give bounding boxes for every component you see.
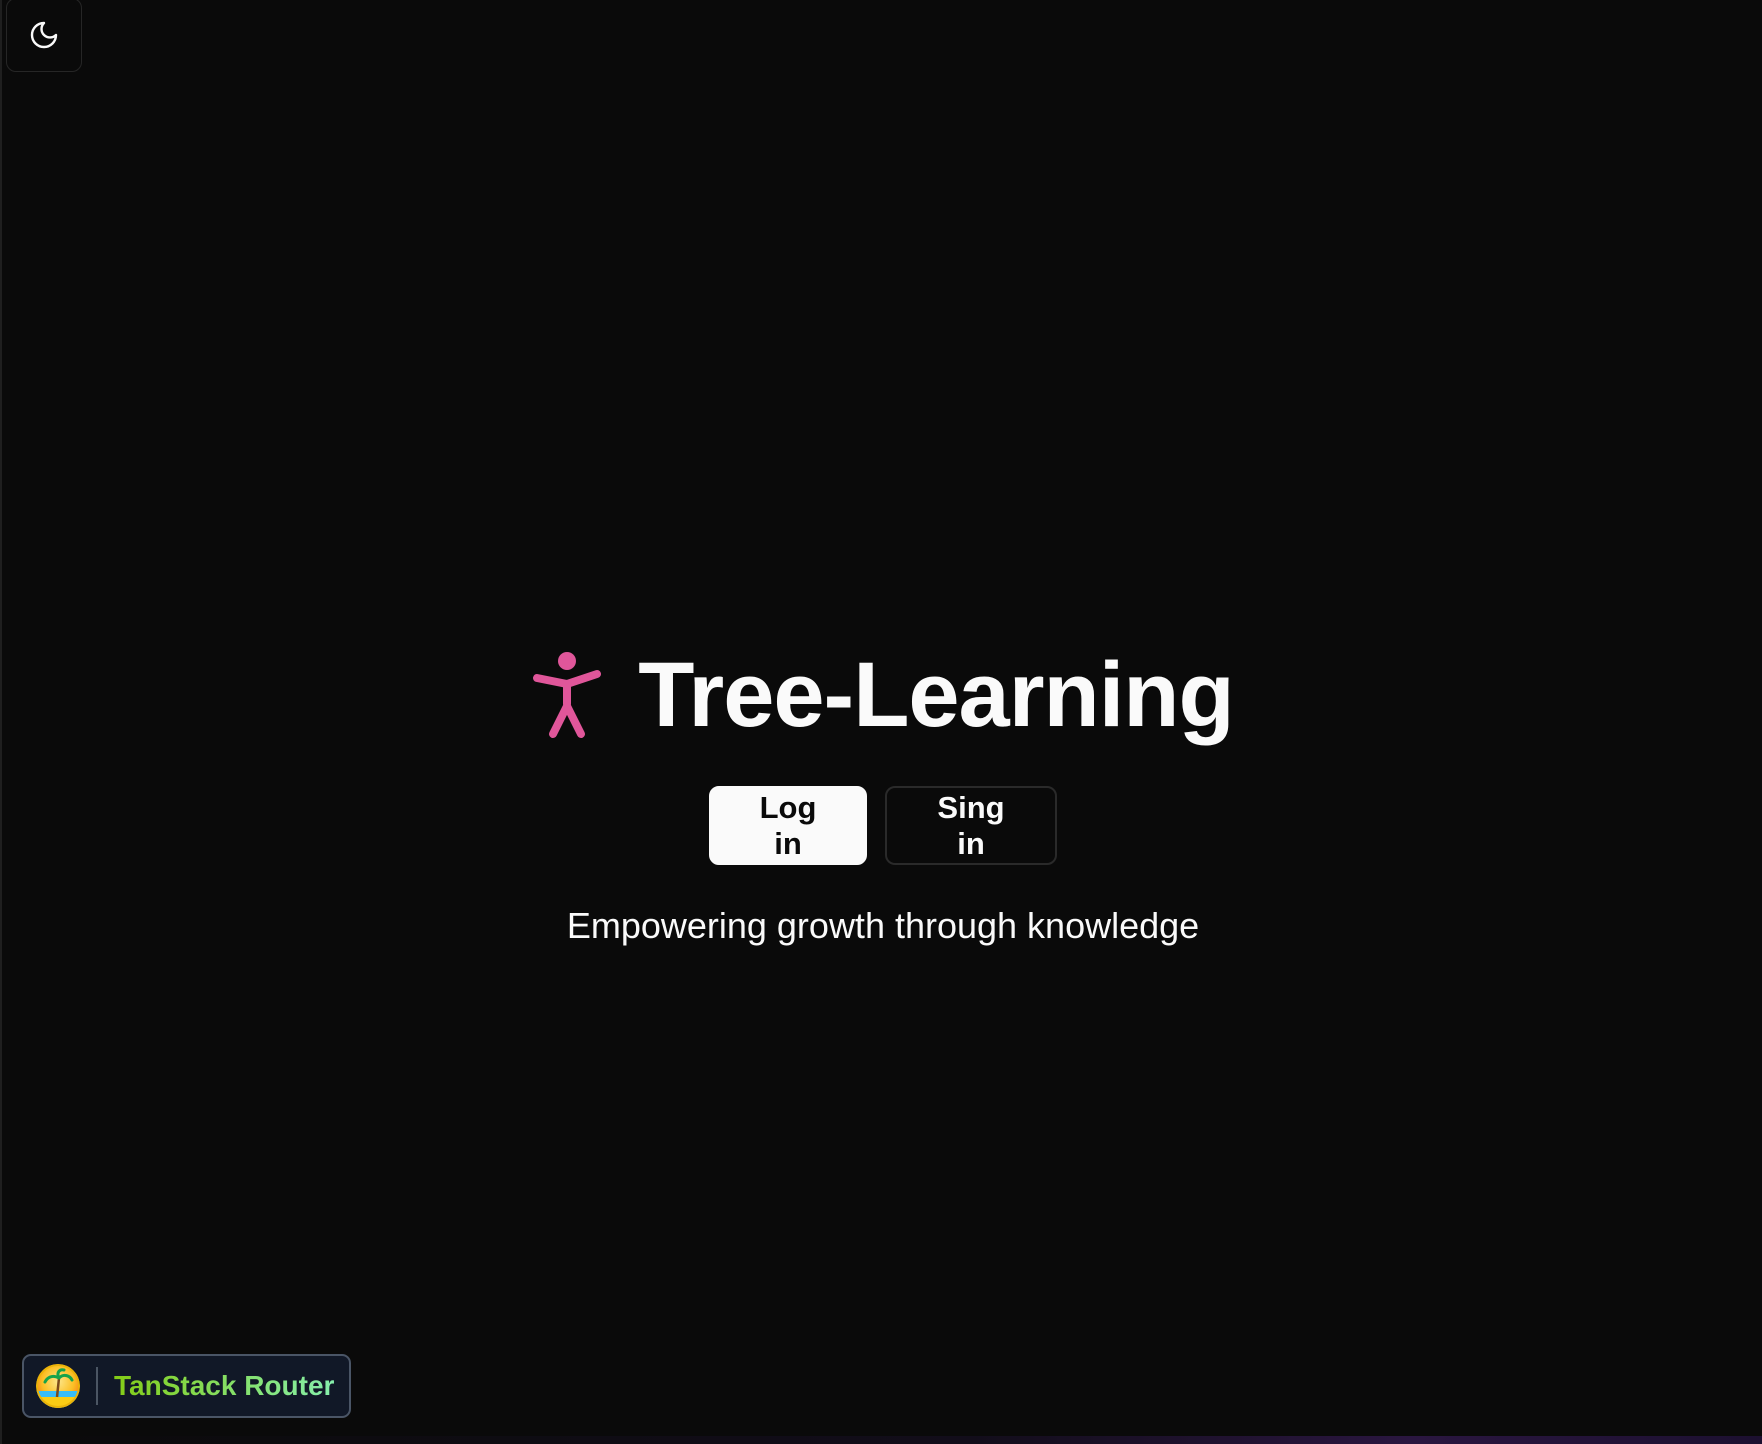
tagline: Empowering growth through knowledge [566,905,1200,946]
signin-button[interactable]: Sing in [885,786,1057,865]
title-row: Tree-Learning [532,640,1235,750]
moon-icon [30,21,58,49]
tanstack-logo-icon [36,1364,80,1408]
hero-section: Tree-Learning Log in Sing in Empowering … [2,640,1762,947]
landing-page: Tree-Learning Log in Sing in Empowering … [0,0,1762,1444]
badge-divider [96,1367,98,1405]
auth-buttons: Log in Sing in [709,786,1057,865]
theme-toggle-button[interactable] [6,0,82,72]
person-standing-icon [533,652,602,738]
devtools-label: TanStack Router [114,1370,335,1401]
bottom-edge [2,1436,1762,1444]
login-button[interactable]: Log in [709,786,867,865]
app-title: Tree-Learning [638,644,1234,746]
tanstack-router-devtools-button[interactable]: TanStack Router [22,1354,351,1418]
